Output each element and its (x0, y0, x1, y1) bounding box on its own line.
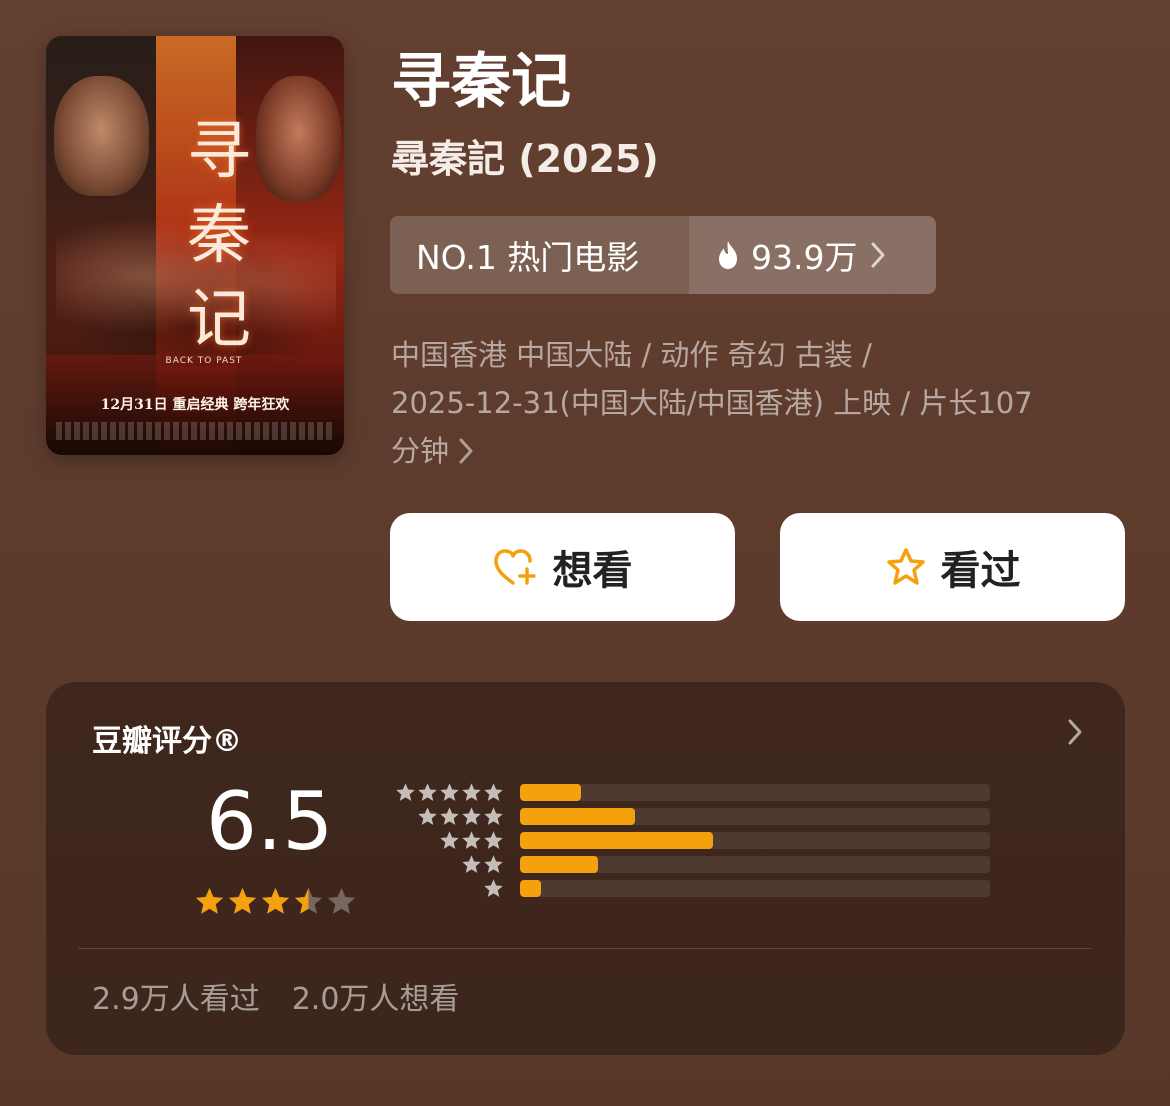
star-icon (228, 887, 257, 914)
want-count: 2.0万人想看 (291, 982, 460, 1017)
star-icon (440, 782, 459, 801)
poster-tagline: BACK TO PAST (165, 356, 243, 366)
distribution-row (382, 876, 990, 900)
star-icon (462, 806, 481, 825)
poster-title-glyph: 记 (187, 283, 251, 357)
rating-score: 6.5 (206, 775, 334, 868)
rank-label: NO.1 热门电影 (390, 216, 689, 294)
star-icon (484, 854, 503, 873)
distribution-stars (382, 782, 504, 803)
movie-poster[interactable]: 寻 秦 记 BACK TO PAST 12月31日 重启经典 跨年狂欢 (46, 36, 344, 455)
heart-plus-icon (493, 549, 536, 585)
distribution-bar (520, 855, 598, 873)
want-to-watch-button[interactable]: 想看 (390, 513, 735, 621)
distribution-bar-track (520, 783, 990, 801)
rating-distribution (382, 780, 990, 900)
distribution-stars (382, 854, 504, 875)
star-icon (294, 887, 323, 914)
star-icon (484, 782, 503, 801)
distribution-bar (520, 783, 582, 801)
watched-button[interactable]: 看过 (780, 513, 1125, 621)
distribution-row (382, 804, 990, 828)
poster-actor-left (54, 76, 149, 196)
movie-detail-page: 寻 秦 记 BACK TO PAST 12月31日 重启经典 跨年狂欢 寻秦记 … (0, 0, 1170, 1106)
chevron-right-icon (871, 242, 885, 268)
star-icon (484, 830, 503, 849)
distribution-bar (520, 831, 713, 849)
star-icon (440, 830, 459, 849)
star-icon (440, 806, 459, 825)
star-icon (462, 782, 481, 801)
seen-count: 2.9万人看过 (92, 982, 260, 1017)
poster-title-glyph: 秦 (187, 199, 251, 273)
poster-date-line: 12月31日 重启经典 跨年狂欢 (100, 397, 290, 413)
star-icon (418, 782, 437, 801)
movie-original-title: 尋秦記 (2025) (391, 137, 659, 181)
distribution-row (382, 828, 990, 852)
distribution-stars (382, 806, 504, 827)
star-icon (261, 887, 290, 914)
meta-region-genre: 中国香港 中国大陆 / 动作 奇幻 古装 / (391, 338, 872, 372)
distribution-bar (520, 879, 542, 897)
card-divider (78, 948, 1092, 949)
distribution-bar (520, 807, 636, 825)
score-stars (194, 886, 357, 917)
meta-runtime-unit: 分钟 (391, 434, 450, 468)
heat-section[interactable]: 93.9万 (689, 216, 936, 294)
faint-watermark (896, 908, 976, 928)
star-icon (396, 782, 415, 801)
poster-title-glyph: 寻 (187, 115, 251, 189)
distribution-bar-track (520, 831, 990, 849)
rating-stats: 2.9万人看过 2.0万人想看 (92, 974, 459, 1018)
chevron-right-icon[interactable] (1067, 718, 1083, 746)
movie-title: 寻秦记 (391, 47, 571, 117)
star-icon (462, 830, 481, 849)
star-icon (195, 887, 224, 914)
distribution-stars (382, 830, 504, 851)
poster-credits (56, 422, 334, 440)
star-icon (484, 806, 503, 825)
star-icon (484, 878, 503, 897)
distribution-row (382, 852, 990, 876)
watched-label: 看过 (940, 548, 1021, 594)
star-outline-icon (886, 548, 925, 585)
star-icon (462, 854, 481, 873)
distribution-bar-track (520, 879, 990, 897)
rating-card-title: 豆瓣评分® (92, 724, 242, 759)
heat-value: 93.9万 (751, 238, 858, 277)
distribution-row (382, 780, 990, 804)
want-label: 想看 (552, 548, 633, 594)
rank-chip[interactable]: NO.1 热门电影 93.9万 (390, 216, 936, 294)
meta-runtime-tail: 分钟 (391, 427, 1121, 475)
rating-card[interactable]: 豆瓣评分® 6.5 2.9万人看过 2.0万人想看 (46, 682, 1125, 1055)
distribution-bar-track (520, 855, 990, 873)
distribution-stars (382, 878, 504, 899)
flame-icon (719, 241, 737, 269)
movie-meta[interactable]: 中国香港 中国大陆 / 动作 奇幻 古装 / 2025-12-31(中国大陆/中… (391, 331, 1121, 475)
meta-release-runtime: 2025-12-31(中国大陆/中国香港) 上映 / 片长107 (391, 386, 1033, 420)
star-icon (327, 887, 356, 914)
chevron-right-icon (459, 438, 473, 464)
poster-title-art: 寻 秦 记 (164, 110, 274, 362)
star-icon (418, 806, 437, 825)
distribution-bar-track (520, 807, 990, 825)
